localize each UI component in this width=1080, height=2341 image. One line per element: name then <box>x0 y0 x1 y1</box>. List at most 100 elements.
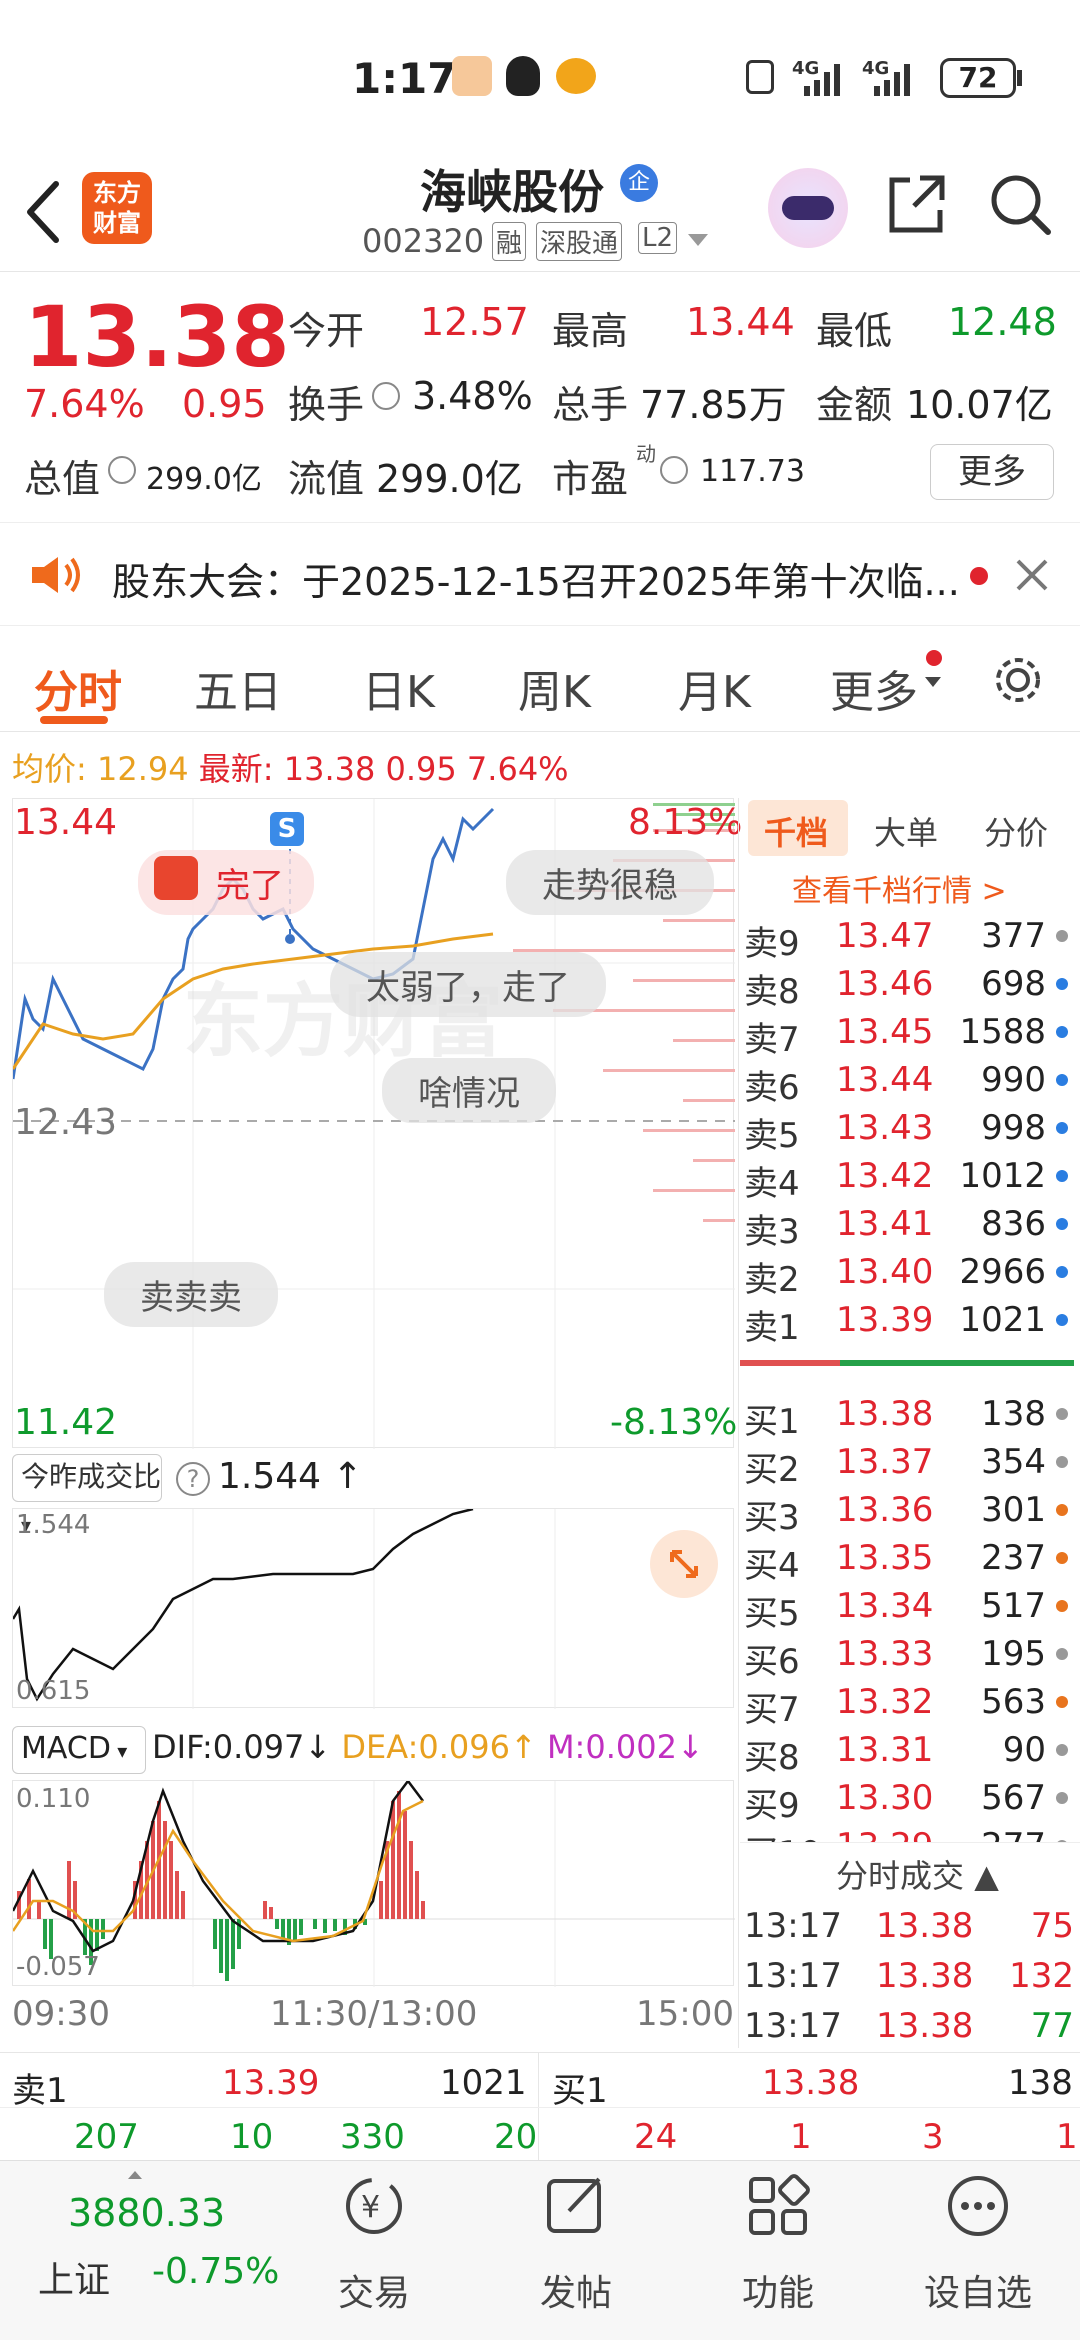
logo-line-1: 东方 <box>93 179 141 207</box>
sell-price: 13.44 <box>836 1060 934 1100</box>
buy-row[interactable]: 买8 13.31 90 <box>740 1726 1080 1778</box>
ticker-up-icon <box>128 2171 142 2179</box>
stock-name: 海峡股份 <box>420 165 604 219</box>
book-tab-large[interactable]: 大单 <box>874 808 938 854</box>
nav-add-watchlist[interactable]: 设自选 <box>908 2171 1048 2316</box>
stock-header: 东方 财富 海峡股份 企 002320 融 深股通 L2 <box>0 150 1080 272</box>
sell-price: 13.47 <box>836 916 934 956</box>
index-value: 3880.33 <box>68 2191 226 2235</box>
pe-info-icon[interactable] <box>660 456 688 484</box>
macd-chart[interactable] <box>11 1778 735 1987</box>
buy-row[interactable]: 买7 13.32 563 <box>740 1678 1080 1730</box>
pe-label: 市盈 <box>552 457 629 501</box>
time-axis-end: 15:00 <box>636 1994 734 2034</box>
tab-5day[interactable]: 五日 <box>194 656 282 720</box>
buy-volume: 517 <box>981 1586 1046 1626</box>
nav-functions[interactable]: 功能 <box>708 2171 848 2316</box>
latest-change: 0.95 <box>385 750 457 788</box>
dropdown-icon[interactable] <box>686 232 710 248</box>
indicator-selector[interactable]: MACD ▾ <box>12 1726 146 1774</box>
book-tab-depth[interactable]: 千档 <box>764 808 828 854</box>
tab-daily-k[interactable]: 日K <box>362 656 435 720</box>
notice-bar[interactable]: 股东大会：于2025-12-15召开2025年第十次临... <box>0 522 1080 626</box>
more-button[interactable]: 更多 <box>930 444 1054 500</box>
sell-row[interactable]: 卖6 13.44 990 <box>740 1056 1080 1108</box>
sell-row[interactable]: 卖3 13.41 836 <box>740 1200 1080 1252</box>
high-value: 13.44 <box>686 300 795 344</box>
sell-row[interactable]: 卖9 13.47 377 <box>740 912 1080 964</box>
qq-icon <box>506 56 540 96</box>
index-ticker[interactable]: 3880.33 上证 -0.75% <box>0 2161 279 2341</box>
app-logo[interactable]: 东方 财富 <box>82 172 152 244</box>
more-unread-dot <box>926 650 942 666</box>
high-label: 最高 <box>552 309 629 353</box>
back-icon[interactable] <box>24 180 64 244</box>
level2-tag: L2 <box>638 222 678 254</box>
tab-intraday[interactable]: 分时 <box>34 656 122 720</box>
tab-weekly-k[interactable]: 周K <box>518 656 591 720</box>
comment-bubble-1[interactable]: 完了 <box>138 850 314 915</box>
ratio-selector[interactable]: 今昨成交比 ▾ <box>12 1454 162 1537</box>
help-icon[interactable]: ? <box>176 1462 210 1496</box>
sell-volume: 1012 <box>959 1156 1046 1196</box>
buy-flag-dot <box>1056 1792 1068 1804</box>
depth-link[interactable]: 查看千档行情 > <box>792 866 1007 910</box>
buy-row[interactable]: 买1 13.38 138 <box>740 1390 1080 1442</box>
buy-level: 买4 <box>744 1546 800 1586</box>
amount-value: 10.07亿 <box>906 383 1053 427</box>
buy-row[interactable]: 买5 13.34 517 <box>740 1582 1080 1634</box>
search-icon[interactable] <box>986 170 1056 240</box>
sell-marker[interactable]: S <box>270 812 304 846</box>
mcap-info-icon[interactable] <box>108 456 136 484</box>
comment-bubble-4[interactable]: 啥情况 <box>382 1058 556 1123</box>
trade-icon: ¥ <box>346 2178 402 2234</box>
ticks-header[interactable]: 分时成交 ▲ <box>740 1842 1080 1898</box>
sell-row[interactable]: 卖4 13.42 1012 <box>740 1152 1080 1204</box>
nav-post[interactable]: 发帖 <box>506 2171 646 2316</box>
sell-flag-dot <box>1056 1170 1068 1182</box>
buy-flag-dot <box>1056 1600 1068 1612</box>
buy-level: 买7 <box>744 1690 800 1730</box>
buy-price: 13.33 <box>836 1634 934 1674</box>
sell-level: 卖6 <box>744 1068 800 1108</box>
comment-bubble-2[interactable]: 走势很稳 <box>506 850 714 915</box>
y-axis-mid: 12.43 <box>14 1102 118 1143</box>
buy-row[interactable]: 买3 13.36 301 <box>740 1486 1080 1538</box>
assistant-robot-icon[interactable] <box>768 168 848 248</box>
buy-row[interactable]: 买9 13.30 567 <box>740 1774 1080 1826</box>
buy-row[interactable]: 买2 13.37 354 <box>740 1438 1080 1490</box>
turnover-info-icon[interactable] <box>372 382 400 410</box>
ratio-label: 今昨成交比 <box>21 1460 162 1493</box>
expand-icon[interactable] <box>650 1530 718 1598</box>
buy-level: 买2 <box>744 1450 800 1490</box>
status-bar: 1:17 4G 4G 72 <box>0 0 1080 150</box>
comment-bubble-5[interactable]: 卖卖卖 <box>104 1262 278 1327</box>
buy-row[interactable]: 买4 13.35 237 <box>740 1534 1080 1586</box>
time-axis-start: 09:30 <box>12 1994 110 2034</box>
strip-sell-vol: 1021 <box>440 2063 527 2103</box>
share-icon[interactable] <box>884 172 948 236</box>
sell-row[interactable]: 卖5 13.43 998 <box>740 1104 1080 1156</box>
status-time: 1:17 <box>352 54 457 103</box>
ratio-value: 1.544 ↑ <box>218 1456 363 1497</box>
settings-gear-icon[interactable] <box>990 652 1046 708</box>
close-icon[interactable] <box>1014 557 1050 593</box>
nav-trade[interactable]: ¥ 交易 <box>304 2171 444 2316</box>
buy-price: 13.30 <box>836 1778 934 1818</box>
buy-level: 买1 <box>744 1402 800 1442</box>
sell-row[interactable]: 卖7 13.45 1588 <box>740 1008 1080 1060</box>
strip-right-num-4: 1 <box>1056 2117 1078 2157</box>
ratio-chart[interactable] <box>11 1507 734 1709</box>
tab-monthly-k[interactable]: 月K <box>678 656 751 720</box>
macd-axis-bot: -0.057 <box>16 1952 100 1982</box>
open-label: 今开 <box>288 309 365 353</box>
buy-row[interactable]: 买6 13.33 195 <box>740 1630 1080 1682</box>
tab-more[interactable]: 更多 <box>830 656 918 720</box>
sell-volume: 1021 <box>959 1300 1046 1340</box>
sell-row[interactable]: 卖8 13.46 698 <box>740 960 1080 1012</box>
sell-level: 卖7 <box>744 1020 800 1060</box>
sell-row[interactable]: 卖2 13.40 2966 <box>740 1248 1080 1300</box>
book-tab-price[interactable]: 分价 <box>984 808 1048 854</box>
comment-bubble-3[interactable]: 太弱了，走了 <box>330 952 606 1017</box>
sell-row[interactable]: 卖1 13.39 1021 <box>740 1296 1080 1348</box>
